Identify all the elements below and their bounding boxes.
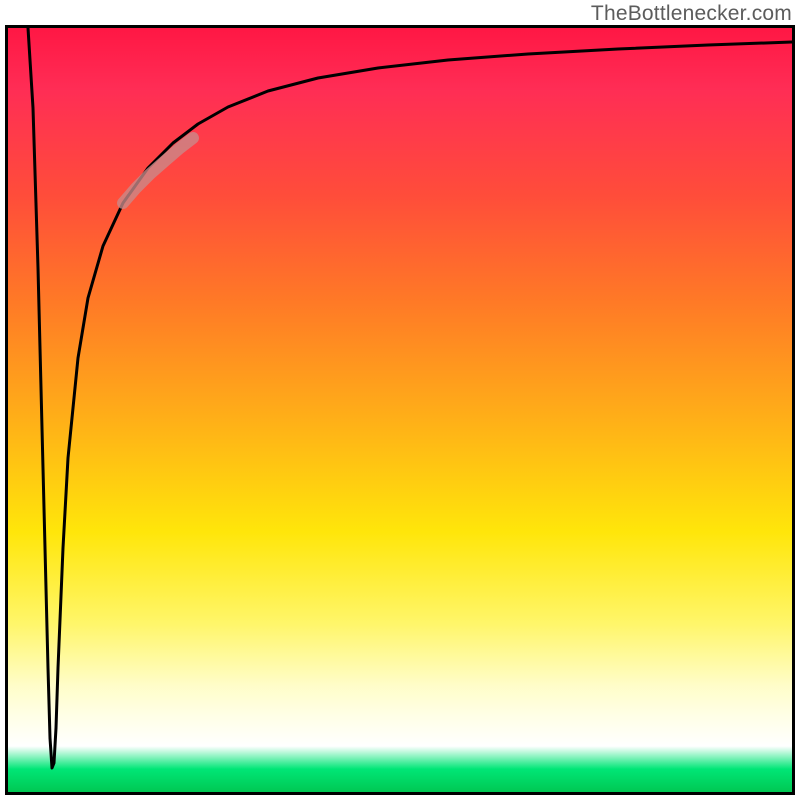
watermark-text: TheBottlenecker.com	[591, 2, 792, 26]
plot-area	[5, 25, 795, 795]
bottleneck-curve	[8, 28, 792, 792]
chart-root: TheBottlenecker.com	[0, 0, 800, 800]
